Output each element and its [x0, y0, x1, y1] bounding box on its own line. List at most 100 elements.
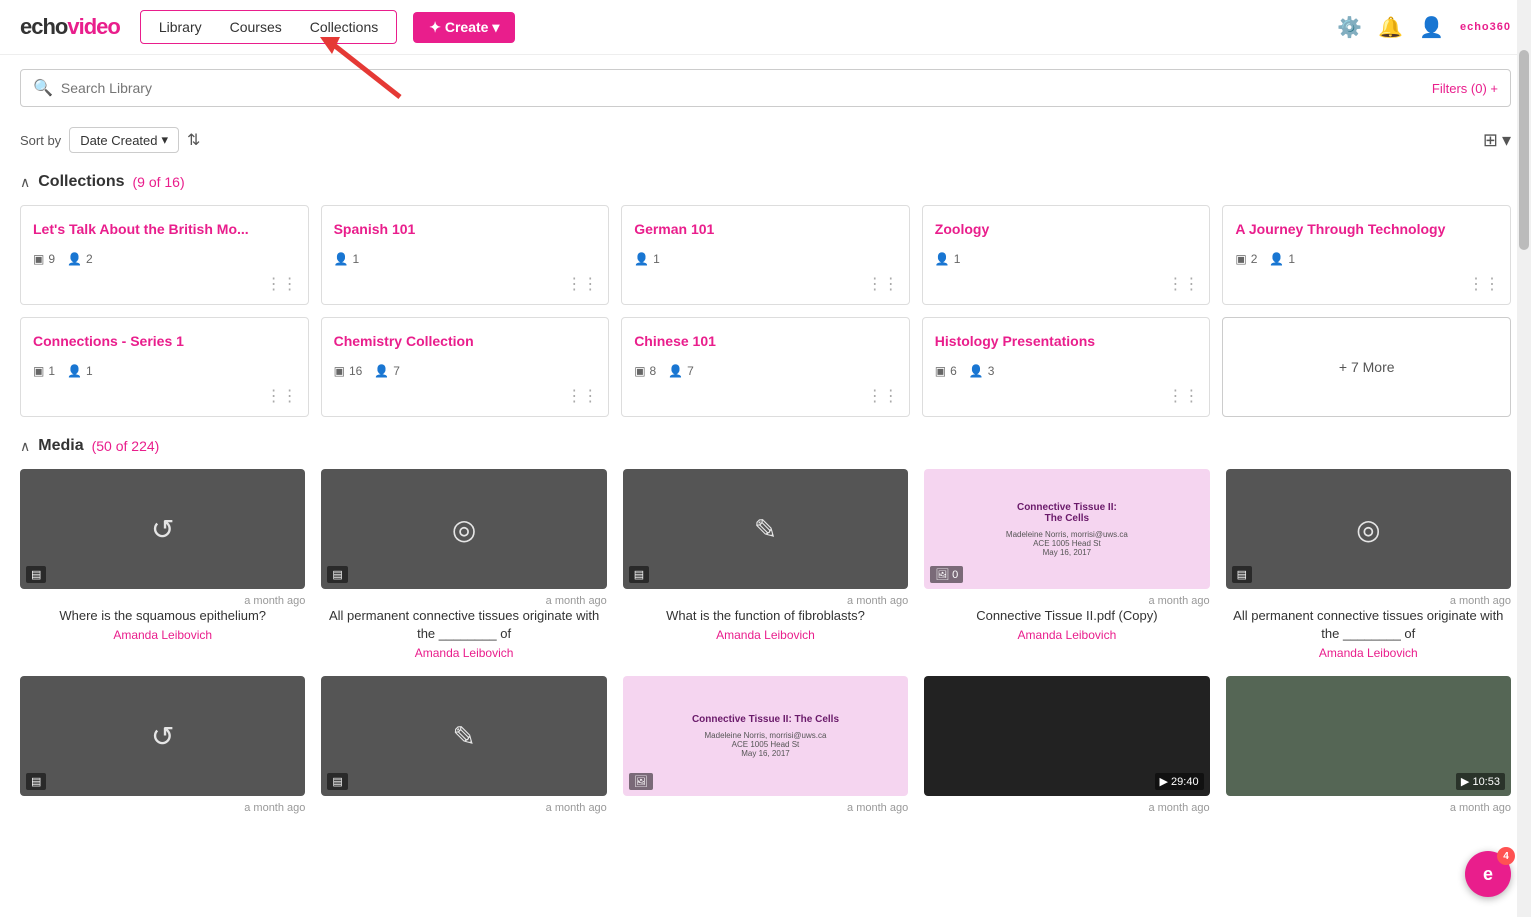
user-icon: 👤 — [67, 364, 82, 378]
video-count: 1 — [48, 364, 55, 378]
create-button[interactable]: ✦ Create ▾ — [413, 12, 515, 43]
sort-value: Date Created — [80, 133, 157, 148]
media-card[interactable]: ◎ ▤ a month ago All permanent connective… — [321, 469, 606, 660]
settings-icon[interactable]: ⚙️ — [1337, 15, 1362, 40]
card-menu-icon[interactable]: ⋮⋮ — [1167, 386, 1199, 406]
media-chevron[interactable]: ∧ — [20, 438, 30, 455]
media-thumbnail: ↺ ▤ — [20, 469, 305, 589]
collection-card[interactable]: Chinese 101 ▣ 8 👤 7 ⋮⋮ — [621, 317, 910, 417]
chat-bubble[interactable]: e 4 — [1465, 851, 1511, 897]
video-icon: ▣ — [634, 364, 645, 378]
collection-card[interactable]: Chemistry Collection ▣ 16 👤 7 ⋮⋮ — [321, 317, 610, 417]
media-type-badge: ▤ — [26, 773, 46, 790]
collection-card[interactable]: German 101 👤 1 ⋮⋮ — [621, 205, 910, 305]
collection-meta: ▣ 2 👤 1 — [1235, 252, 1498, 266]
media-timestamp: a month ago — [20, 595, 305, 607]
collection-card[interactable]: Connections - Series 1 ▣ 1 👤 1 ⋮⋮ — [20, 317, 309, 417]
play-icon: ▶ — [1160, 776, 1168, 788]
video-icon: ▣ — [935, 364, 946, 378]
scrollbar-track[interactable] — [1517, 0, 1531, 917]
collection-card[interactable]: Spanish 101 👤 1 ⋮⋮ — [321, 205, 610, 305]
collection-meta: 👤 1 — [334, 252, 597, 266]
search-icon: 🔍 — [33, 78, 53, 98]
collection-name: Connections - Series 1 — [33, 332, 296, 350]
more-collections-card[interactable]: + 7 More — [1222, 317, 1511, 417]
chat-badge: 4 — [1497, 847, 1515, 865]
media-timestamp: a month ago — [924, 802, 1209, 814]
slide-title: Connective Tissue II:The Cells — [1017, 502, 1117, 524]
media-author: Amanda Leibovich — [1226, 646, 1511, 660]
filters-button[interactable]: Filters (0) + — [1432, 81, 1498, 96]
search-input[interactable] — [61, 80, 1432, 96]
sort-order-icon[interactable]: ⇅ — [187, 130, 200, 150]
media-card[interactable]: ↺ ▤ a month ago Where is the squamous ep… — [20, 469, 305, 660]
sort-select[interactable]: Date Created ▾ — [69, 127, 179, 153]
card-menu-icon[interactable]: ⋮⋮ — [266, 386, 298, 406]
slide-preview: Connective Tissue II: The Cells Madelein… — [623, 676, 908, 796]
collection-card[interactable]: Zoology 👤 1 ⋮⋮ — [922, 205, 1211, 305]
collection-card[interactable]: Histology Presentations ▣ 6 👤 3 ⋮⋮ — [922, 317, 1211, 417]
media-card[interactable]: ◎ ▤ a month ago All permanent connective… — [1226, 469, 1511, 660]
media-timestamp: a month ago — [623, 595, 908, 607]
nav-collections[interactable]: Collections — [298, 15, 390, 39]
collection-card[interactable]: A Journey Through Technology ▣ 2 👤 1 ⋮⋮ — [1222, 205, 1511, 305]
grid-toggle[interactable]: ⊞ ▾ — [1483, 130, 1511, 151]
video-count: 9 — [48, 252, 55, 266]
logo[interactable]: echovideo — [20, 14, 120, 40]
bell-icon[interactable]: 🔔 — [1378, 15, 1403, 40]
collection-meta: 👤 1 — [634, 252, 897, 266]
nav-library[interactable]: Library — [147, 15, 214, 39]
user-icon: 👤 — [67, 252, 82, 266]
media-count: (50 of 224) — [92, 438, 160, 454]
collection-name: Let's Talk About the British Mo... — [33, 220, 296, 238]
collection-name: German 101 — [634, 220, 897, 238]
card-menu-icon[interactable]: ⋮⋮ — [1468, 274, 1500, 294]
media-section-header: ∧ Media (50 of 224) — [20, 437, 1511, 455]
media-card[interactable]: Connective Tissue II: The Cells Madelein… — [623, 676, 908, 814]
chat-icon: e — [1483, 864, 1493, 885]
media-title: Media — [38, 437, 83, 455]
card-menu-icon[interactable]: ⋮⋮ — [566, 386, 598, 406]
media-thumbnail: ◎ ▤ — [321, 469, 606, 589]
media-card[interactable]: ✎ ▤ a month ago — [321, 676, 606, 814]
scrollbar-thumb[interactable] — [1519, 50, 1529, 250]
user-count: 1 — [954, 252, 961, 266]
media-card[interactable]: ▶ 10:53 a month ago — [1226, 676, 1511, 814]
user-icon: 👤 — [1269, 252, 1284, 266]
video-icon: ▣ — [334, 364, 345, 378]
video-icon: ▣ — [33, 364, 44, 378]
collections-chevron[interactable]: ∧ — [20, 174, 30, 191]
collection-name: Zoology — [935, 220, 1198, 238]
collection-name: Histology Presentations — [935, 332, 1198, 350]
media-thumbnail: ✎ ▤ — [321, 676, 606, 796]
user-icon: 👤 — [334, 252, 349, 266]
media-grid-row2: ↺ ▤ a month ago ✎ ▤ a month ago — [20, 676, 1511, 814]
user-count: 1 — [1288, 252, 1295, 266]
search-bar: 🔍 Filters (0) + — [20, 69, 1511, 107]
media-card[interactable]: ✎ ▤ a month ago What is the function of … — [623, 469, 908, 660]
media-timestamp: a month ago — [321, 595, 606, 607]
media-card[interactable]: Connective Tissue II:The Cells Madeleine… — [924, 469, 1209, 660]
more-label: + 7 More — [1339, 359, 1395, 375]
collection-meta: ▣ 6 👤 3 — [935, 364, 1198, 378]
media-type-badge: ▤ — [327, 773, 347, 790]
nav-courses[interactable]: Courses — [218, 15, 294, 39]
media-thumbnail: ◎ ▤ — [1226, 469, 1511, 589]
card-menu-icon[interactable]: ⋮⋮ — [867, 386, 899, 406]
media-type-badge: ▤ — [327, 566, 347, 583]
card-menu-icon[interactable]: ⋮⋮ — [867, 274, 899, 294]
card-menu-icon[interactable]: ⋮⋮ — [566, 274, 598, 294]
card-menu-icon[interactable]: ⋮⋮ — [1167, 274, 1199, 294]
media-title: All permanent connective tissues origina… — [321, 607, 606, 643]
card-menu-icon[interactable]: ⋮⋮ — [266, 274, 298, 294]
media-timestamp: a month ago — [924, 595, 1209, 607]
collection-meta: ▣ 9 👤 2 — [33, 252, 296, 266]
media-card[interactable]: ▶ 29:40 a month ago — [924, 676, 1209, 814]
user-icon[interactable]: 👤 — [1419, 15, 1444, 40]
media-timestamp: a month ago — [20, 802, 305, 814]
grid-chevron-icon: ▾ — [1502, 130, 1511, 151]
header-right: ⚙️ 🔔 👤 echo360 — [1337, 15, 1511, 40]
media-card[interactable]: ↺ ▤ a month ago — [20, 676, 305, 814]
collection-name: A Journey Through Technology — [1235, 220, 1498, 238]
collection-card[interactable]: Let's Talk About the British Mo... ▣ 9 👤… — [20, 205, 309, 305]
